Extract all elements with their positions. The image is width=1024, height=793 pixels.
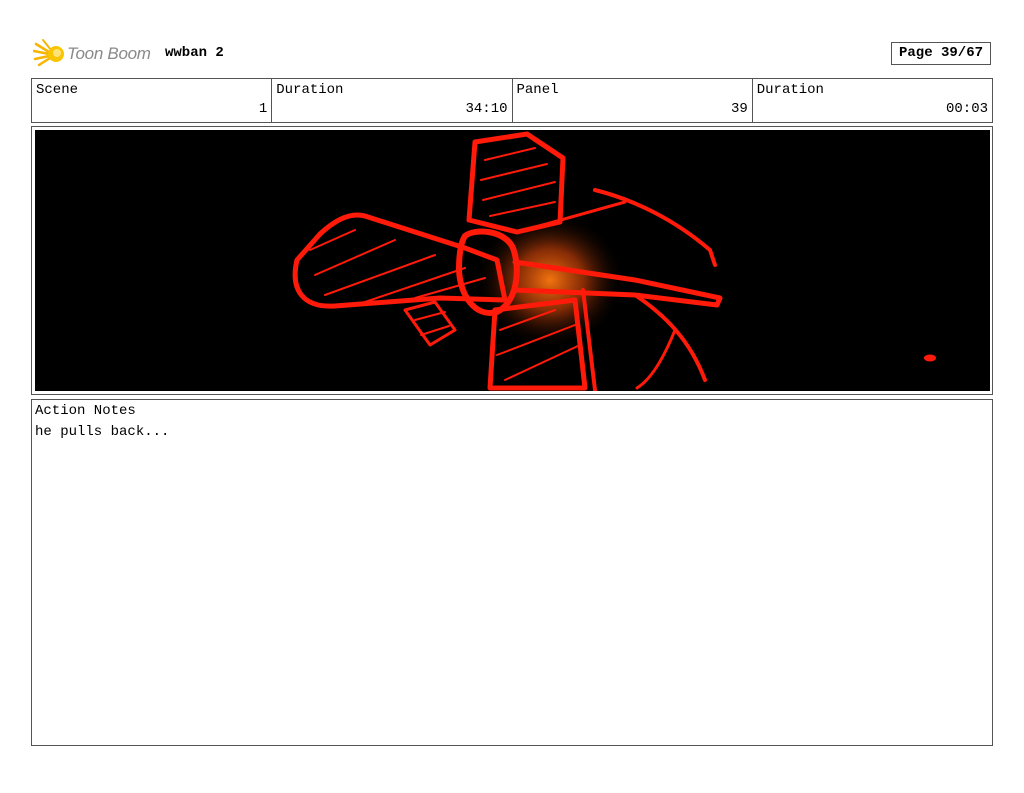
scene-duration-value: 34:10 bbox=[465, 101, 508, 117]
action-notes-label: Action Notes bbox=[35, 403, 136, 419]
logo-text: Toon Boom bbox=[67, 44, 151, 63]
scene-value: 1 bbox=[258, 101, 268, 117]
panel-value: 39 bbox=[730, 101, 748, 117]
panel-duration-value: 00:03 bbox=[945, 101, 988, 117]
page-indicator: Page 39/67 bbox=[891, 42, 991, 65]
scene-duration-cell: Duration 34:10 bbox=[272, 79, 513, 122]
scene-label: Scene bbox=[36, 82, 79, 98]
scene-duration-label: Duration bbox=[276, 82, 344, 98]
panel-label: Panel bbox=[516, 82, 559, 98]
small-red-mark bbox=[924, 354, 936, 362]
panel-cell: Panel 39 bbox=[513, 79, 753, 122]
scene-cell: Scene 1 bbox=[32, 79, 273, 122]
toon-boom-burst-icon bbox=[33, 39, 64, 67]
panel-duration-cell: Duration 00:03 bbox=[753, 79, 992, 122]
storyboard-frame bbox=[31, 126, 993, 395]
storyboard-sketch-image bbox=[35, 130, 990, 391]
panel-duration-label: Duration bbox=[756, 82, 824, 98]
action-notes-box: Action Notes he pulls back... bbox=[31, 399, 993, 746]
toon-boom-logo: Toon Boom bbox=[33, 38, 151, 70]
red-sketch-drawing bbox=[35, 130, 990, 391]
panel-info-row: Scene 1 Duration 34:10 Panel 39 Duration… bbox=[31, 78, 993, 123]
action-notes-text: he pulls back... bbox=[35, 424, 170, 440]
project-title: wwban 2 bbox=[165, 45, 224, 61]
